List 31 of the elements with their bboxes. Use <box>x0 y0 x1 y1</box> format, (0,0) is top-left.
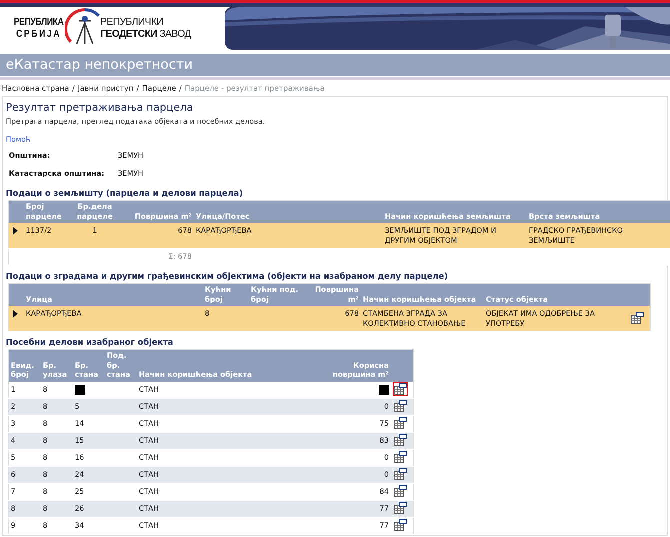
details-button[interactable] <box>393 432 408 447</box>
logo-text: РЕПУБЛИЧКИ <box>100 16 164 28</box>
table-icon <box>394 434 407 446</box>
details-button[interactable] <box>393 518 408 532</box>
table-icon <box>631 312 644 324</box>
details-button[interactable] <box>393 484 408 498</box>
details-button[interactable] <box>393 466 408 481</box>
page-title: Резултат претраживања парцела <box>6 102 194 114</box>
logo-text: СРБИЈА <box>16 28 62 40</box>
details-button[interactable] <box>393 450 408 464</box>
details-button[interactable] <box>393 416 408 430</box>
details-button[interactable] <box>393 398 408 413</box>
row-arrow-icon <box>13 310 18 318</box>
table-icon <box>394 484 407 497</box>
table-icon <box>394 518 407 531</box>
details-button[interactable] <box>393 382 408 396</box>
table-icon <box>394 382 407 395</box>
details-button[interactable] <box>630 310 645 325</box>
table-icon <box>394 450 407 463</box>
app-title: еКатастар непокретности <box>6 57 193 73</box>
logo-text: ГЕОДЕТСКИ ЗАВОД <box>100 28 192 40</box>
table-icon <box>394 400 407 412</box>
details-button[interactable] <box>393 500 408 515</box>
section-title: Подаци о зградама и другим грађевинским објектима (објекти на изабраном делу парцеле) <box>6 271 450 281</box>
logo-text: РЕПУБЛИКА <box>14 16 64 28</box>
table-icon <box>394 416 407 429</box>
table-icon <box>394 468 407 480</box>
section-title: Подаци о земљишту (парцела и делови парцела) <box>6 188 244 198</box>
section-title: Посебни делови изабраног објекта <box>6 337 174 347</box>
row-arrow-icon <box>13 227 18 235</box>
table-icon <box>394 502 407 514</box>
